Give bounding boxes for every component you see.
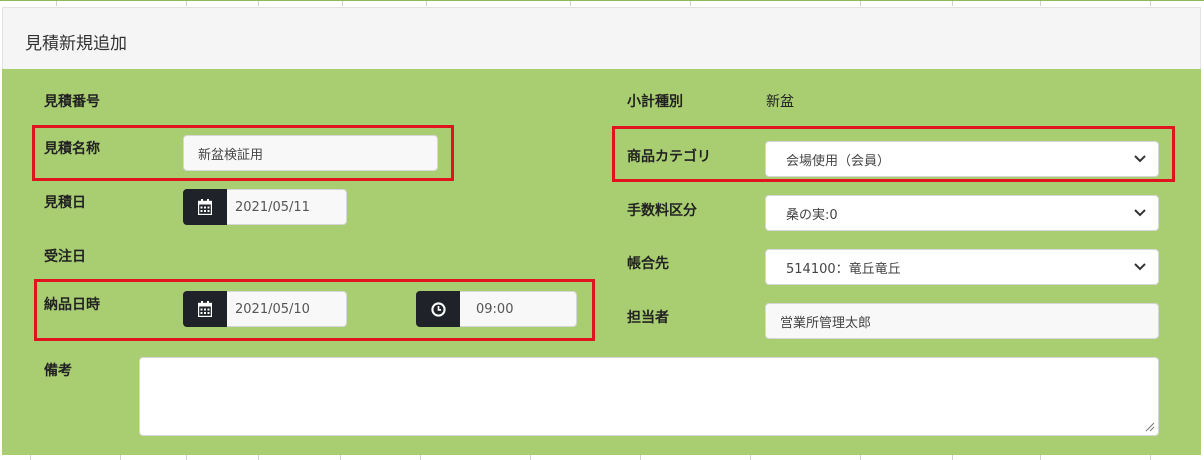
person-label: 担当者 xyxy=(627,310,669,326)
resize-grip-icon[interactable] xyxy=(1145,422,1155,432)
panel-header: 見積新規追加 xyxy=(2,7,1201,69)
subtotal-type-value: 新盆 xyxy=(766,94,794,110)
bottom-border xyxy=(0,455,1204,460)
fee-class-select[interactable]: 桑の実:0 xyxy=(765,195,1159,231)
estimate-date-field[interactable]: 2021/05/11 xyxy=(183,189,347,225)
delivery-datetime-label: 納品日時 xyxy=(44,297,100,313)
product-category-value: 会場使用（会員） xyxy=(786,153,891,169)
estimate-name-label: 見積名称 xyxy=(44,141,100,157)
product-category-select[interactable]: 会場使用（会員） xyxy=(765,141,1159,177)
remarks-label: 備考 xyxy=(44,363,72,379)
subtotal-type-label: 小計種別 xyxy=(627,94,683,110)
panel-title: 見積新規追加 xyxy=(25,34,127,54)
account-value: 514100：竜丘竜丘 xyxy=(786,261,901,277)
estimate-date-value: 2021/05/11 xyxy=(235,199,310,215)
delivery-time-value: 09:00 xyxy=(476,301,514,317)
delivery-time-field[interactable]: 09:00 xyxy=(416,291,577,327)
product-category-label: 商品カテゴリ xyxy=(627,149,711,165)
person-input[interactable]: 営業所管理太郎 xyxy=(765,303,1159,339)
person-value: 営業所管理太郎 xyxy=(780,315,872,331)
delivery-date-value: 2021/05/10 xyxy=(235,301,310,317)
estimate-name-input[interactable]: 新盆検証用 xyxy=(183,135,438,171)
delivery-date-input[interactable]: 2021/05/10 xyxy=(227,291,347,327)
delivery-date-field[interactable]: 2021/05/10 xyxy=(183,291,347,327)
remarks-textarea[interactable] xyxy=(139,357,1159,436)
calendar-icon[interactable] xyxy=(183,189,227,225)
chevron-down-icon xyxy=(1134,263,1146,271)
calendar-icon[interactable] xyxy=(183,291,227,327)
fee-class-label: 手数料区分 xyxy=(627,203,697,219)
delivery-time-input[interactable]: 09:00 xyxy=(460,291,577,327)
clock-icon[interactable] xyxy=(416,291,460,327)
account-label: 帳合先 xyxy=(627,256,669,272)
fee-class-value: 桑の実:0 xyxy=(786,207,838,223)
chevron-down-icon xyxy=(1134,209,1146,217)
estimate-date-input[interactable]: 2021/05/11 xyxy=(227,189,347,225)
chevron-down-icon xyxy=(1134,155,1146,163)
estimate-name-value: 新盆検証用 xyxy=(198,147,264,163)
estimate-no-label: 見積番号 xyxy=(44,94,100,110)
account-select[interactable]: 514100：竜丘竜丘 xyxy=(765,249,1159,285)
top-border xyxy=(0,0,1204,6)
order-date-label: 受注日 xyxy=(44,249,86,265)
estimate-date-label: 見積日 xyxy=(44,195,86,211)
